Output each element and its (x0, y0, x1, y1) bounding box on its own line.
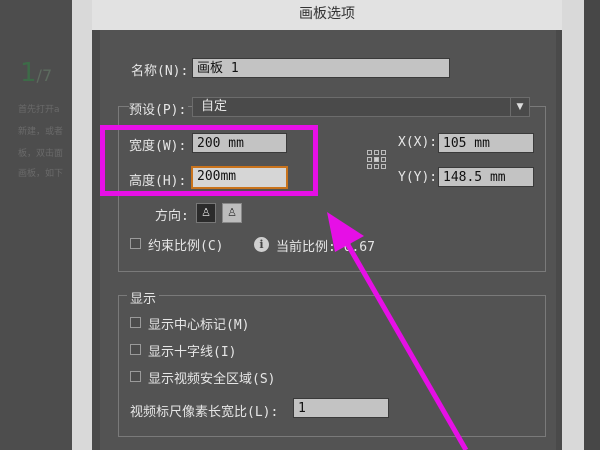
video-safe-area-checkbox[interactable] (130, 371, 141, 382)
tutorial-page-right (584, 0, 600, 450)
landscape-orientation-icon[interactable]: ♙ (222, 203, 242, 223)
pixel-aspect-input[interactable]: 1 (293, 398, 389, 418)
tutorial-text-line: 新建，或者 (18, 127, 64, 137)
cross-hairs-label: 显示十字线(I) (148, 345, 237, 360)
x-input[interactable]: 105 mm (438, 133, 534, 153)
constrain-checkbox[interactable] (130, 238, 141, 249)
reference-point-icon[interactable] (367, 150, 387, 170)
cross-hairs-checkbox[interactable] (130, 344, 141, 355)
step-number: 1 (20, 58, 37, 88)
name-label: 名称(N): (131, 64, 189, 79)
current-ratio-label: 当前比例: 0.67 (276, 240, 375, 255)
highlight-box (100, 125, 318, 196)
tutorial-step-indicator: 1/7 (20, 58, 52, 88)
tutorial-text-line: 首先打开a (18, 105, 60, 115)
preset-value: 自定 (201, 99, 228, 114)
y-label: Y(Y): (398, 170, 438, 185)
info-icon: i (254, 237, 269, 252)
x-label: X(X): (398, 135, 438, 150)
orientation-label: 方向: (155, 209, 189, 224)
step-total: /7 (36, 66, 53, 85)
tutorial-text-line: 板，双击面 (18, 149, 64, 159)
y-input[interactable]: 148.5 mm (438, 167, 534, 187)
portrait-orientation-icon[interactable]: ♙ (196, 203, 216, 223)
preset-label: 预设(P): (129, 99, 189, 118)
display-group-title: 显示 (127, 288, 160, 307)
chevron-down-icon[interactable]: ▼ (510, 98, 529, 116)
preset-select[interactable]: 自定 ▼ (192, 97, 530, 117)
constrain-label: 约束比例(C) (148, 239, 224, 254)
pixel-aspect-label: 视频标尺像素长宽比(L): (130, 405, 279, 420)
tutorial-text-line: 画板，如下 (18, 169, 64, 179)
center-mark-label: 显示中心标记(M) (148, 318, 250, 333)
center-mark-checkbox[interactable] (130, 317, 141, 328)
dialog-title: 画板选项 (92, 0, 562, 30)
dialog-frame-left (72, 0, 92, 450)
video-safe-area-label: 显示视频安全区域(S) (148, 372, 276, 387)
dialog-frame-right (562, 0, 584, 450)
name-input[interactable]: 画板 1 (192, 58, 450, 78)
